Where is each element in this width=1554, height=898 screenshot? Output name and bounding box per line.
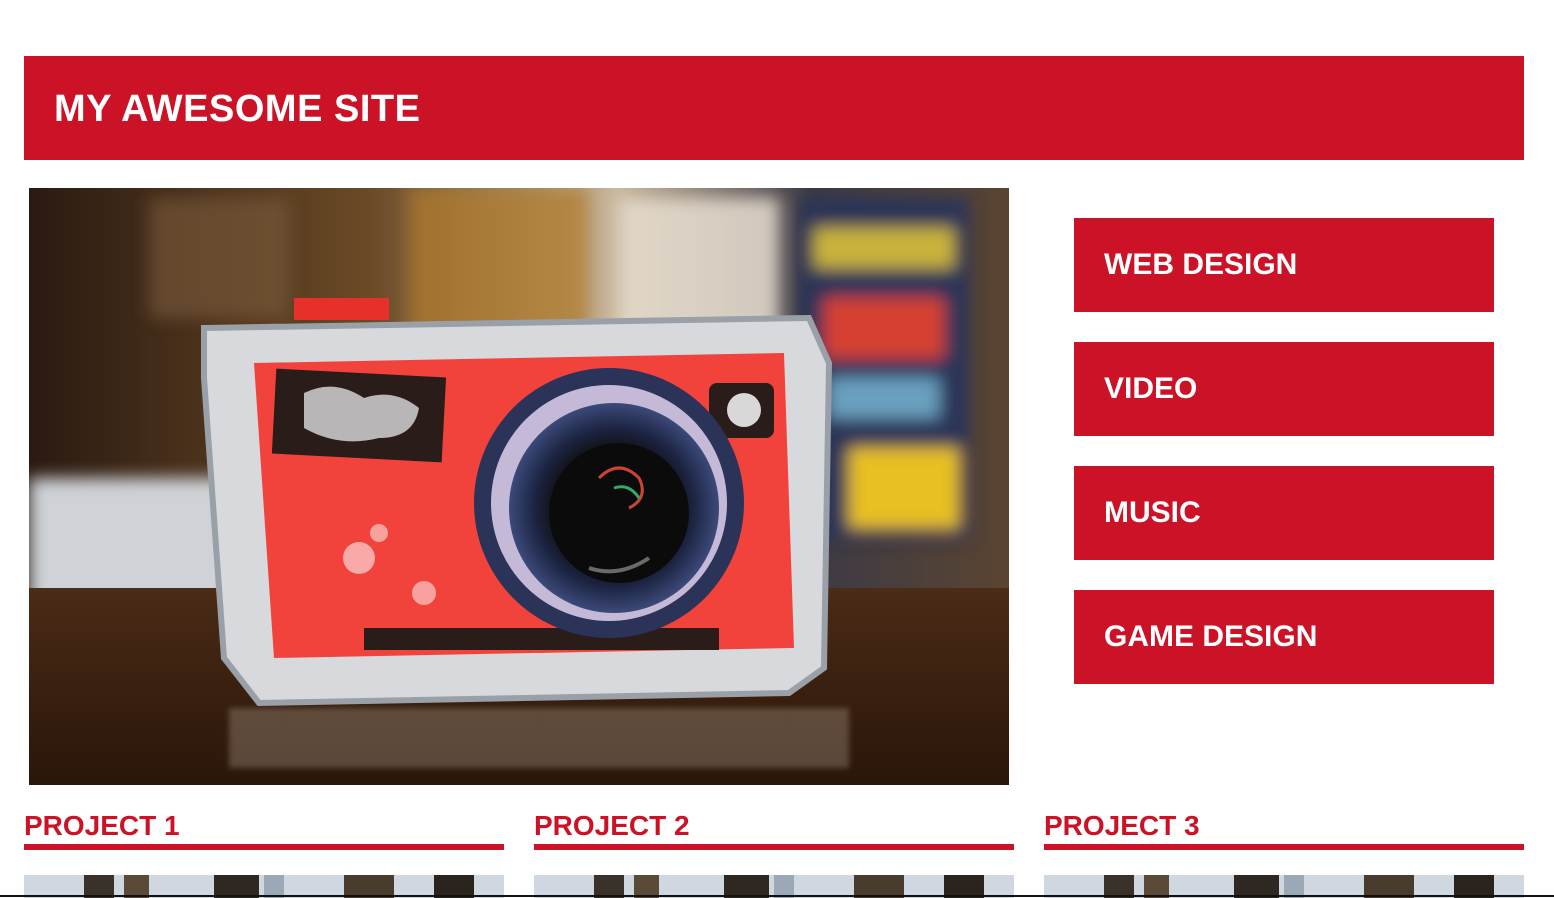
viewport-bottom-edge [0, 895, 1554, 897]
nav-item-game-design[interactable]: GAME DESIGN [1074, 590, 1494, 684]
nav-item-music[interactable]: MUSIC [1074, 466, 1494, 560]
project-title: PROJECT 2 [534, 808, 1014, 850]
nav-item-web-design[interactable]: WEB DESIGN [1074, 218, 1494, 312]
project-card-1: PROJECT 1 [24, 808, 504, 898]
project-title: PROJECT 1 [24, 808, 504, 850]
hero-image [29, 188, 1009, 785]
camera-photo [29, 188, 1009, 785]
nav-item-video[interactable]: VIDEO [1074, 342, 1494, 436]
project-card-2: PROJECT 2 [534, 808, 1014, 898]
site-title: MY AWESOME SITE [54, 88, 421, 130]
main-nav: WEB DESIGN VIDEO MUSIC GAME DESIGN [1074, 218, 1494, 714]
project-title: PROJECT 3 [1044, 808, 1524, 850]
site-header: MY AWESOME SITE [24, 56, 1524, 160]
project-card-3: PROJECT 3 [1044, 808, 1524, 898]
